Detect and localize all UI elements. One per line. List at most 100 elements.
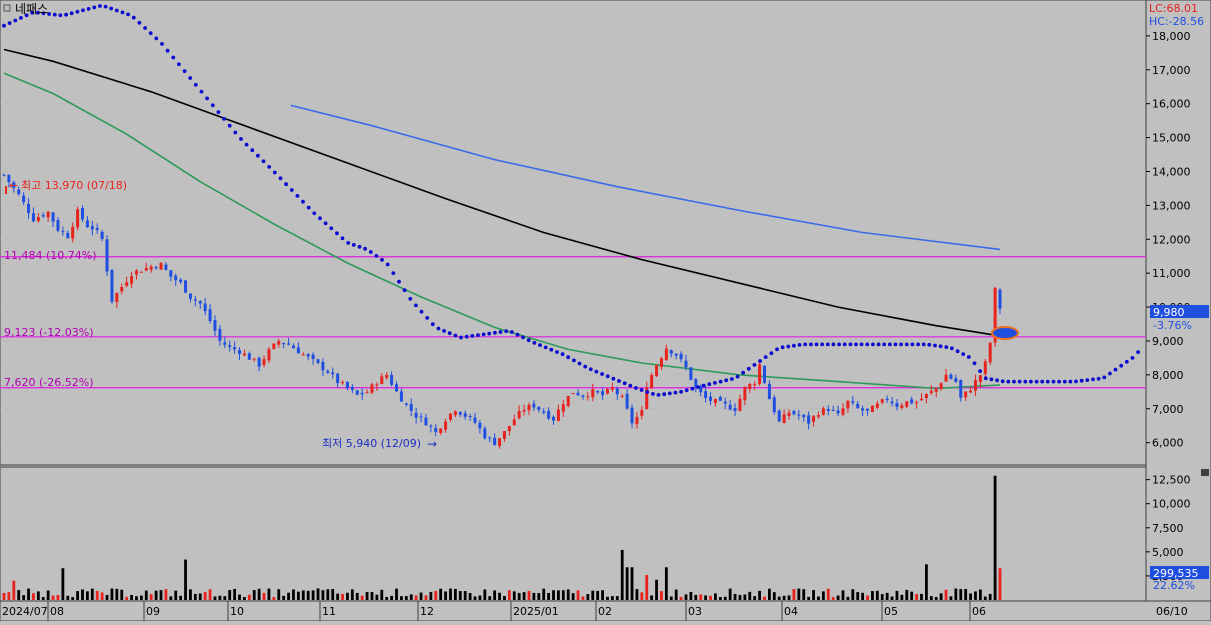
candle-body xyxy=(365,392,369,394)
candle-body xyxy=(282,342,286,344)
sar-dot xyxy=(430,322,435,327)
price-tick-label: 6,000 xyxy=(1152,437,1184,450)
candle-body xyxy=(375,384,379,386)
low-marker: 최저 5,940 (12/09) → xyxy=(322,437,437,451)
candle-body xyxy=(659,358,663,367)
sar-dot xyxy=(1136,350,1140,354)
sar-dot xyxy=(780,345,785,350)
volume-bar xyxy=(493,590,497,600)
sar-dot xyxy=(19,16,23,20)
candle-body xyxy=(949,374,953,379)
sar-dot xyxy=(775,347,779,352)
candle-body xyxy=(704,391,708,399)
volume-tick-label: 7,500 xyxy=(1152,522,1184,535)
volume-bar xyxy=(179,595,183,600)
sar-dot xyxy=(724,378,729,383)
volume-bar xyxy=(498,592,501,600)
volume-tick-label: 10,000 xyxy=(1152,498,1191,511)
sar-dot xyxy=(899,342,903,347)
volume-bar xyxy=(704,595,708,600)
candle-body xyxy=(630,407,634,424)
sar-dot xyxy=(408,296,413,301)
sar-dot xyxy=(193,82,198,87)
sar-dot xyxy=(216,110,221,114)
volume-bar xyxy=(86,591,89,600)
sar-dot xyxy=(160,42,164,46)
sar-dot xyxy=(109,6,114,11)
volume-bar xyxy=(939,593,943,600)
sar-dot xyxy=(1045,379,1050,384)
sar-dot xyxy=(346,241,351,245)
candle-body xyxy=(816,415,820,417)
candle-body xyxy=(267,349,271,361)
candle-body xyxy=(782,414,786,424)
sar-dot xyxy=(447,331,452,336)
volume-bar xyxy=(223,596,227,600)
candle-body xyxy=(115,292,119,302)
sar-dot xyxy=(656,393,661,397)
volume-bar xyxy=(890,596,894,600)
candle-body xyxy=(709,396,713,401)
volume-bar xyxy=(139,595,143,600)
volume-bar xyxy=(699,594,703,600)
sar-dot xyxy=(13,18,18,23)
sar-dot xyxy=(1068,379,1073,384)
volume-bar xyxy=(81,589,84,600)
candle-body xyxy=(56,219,60,231)
candle-body xyxy=(517,411,521,419)
sar-dot xyxy=(814,342,819,347)
volume-bar xyxy=(326,589,330,600)
sar-dot xyxy=(52,12,57,17)
volume-bar xyxy=(395,588,398,600)
sar-dot xyxy=(1130,356,1135,360)
volume-bar xyxy=(350,589,354,600)
current-price: 9,980 xyxy=(1153,306,1185,319)
candle-body xyxy=(812,416,816,422)
sar-dot xyxy=(944,345,949,349)
candle-body xyxy=(493,437,497,446)
price-tick-label: 15,000 xyxy=(1152,132,1191,145)
volume-bar xyxy=(429,592,433,600)
volume-bar xyxy=(709,595,712,600)
month-label: 04 xyxy=(784,605,798,618)
candle-body xyxy=(527,404,531,411)
low-arrow-icon: → xyxy=(427,437,437,451)
candle-body xyxy=(728,404,732,410)
candle-body xyxy=(915,402,919,404)
volume-bar xyxy=(90,588,94,600)
volume-bar xyxy=(758,590,761,600)
sar-dot xyxy=(679,389,683,394)
sar-dot xyxy=(588,367,593,372)
volume-bar xyxy=(841,590,845,600)
candle-body xyxy=(507,426,511,431)
sar-dot xyxy=(295,194,300,198)
sar-dot xyxy=(284,182,288,187)
volume-bar xyxy=(763,596,766,600)
candle-body xyxy=(561,404,565,412)
candle-body xyxy=(758,364,762,384)
sar-dot xyxy=(1079,378,1084,383)
volume-bar xyxy=(105,594,109,600)
candle-body xyxy=(134,270,138,275)
price-tick-label: 16,000 xyxy=(1152,98,1191,111)
volume-bar xyxy=(552,590,555,600)
close-icon[interactable] xyxy=(1201,469,1209,476)
candle-body xyxy=(424,417,428,426)
candle-body xyxy=(939,383,943,389)
month-label: 11 xyxy=(322,605,336,618)
volume-bar xyxy=(512,591,516,600)
volume-bar xyxy=(503,595,506,600)
candle-body xyxy=(767,383,771,400)
candle-body xyxy=(242,353,246,356)
volume-bar xyxy=(576,590,580,600)
volume-bar xyxy=(954,588,958,600)
volume-bar xyxy=(660,591,663,600)
sar-dot xyxy=(81,8,85,13)
candle-body xyxy=(22,195,26,203)
month-label: 10 xyxy=(230,605,244,618)
volume-bar xyxy=(645,574,649,600)
candle-body xyxy=(655,365,659,377)
volume-bar xyxy=(287,592,290,600)
sar-dot xyxy=(256,153,260,158)
sar-dot xyxy=(239,137,243,141)
